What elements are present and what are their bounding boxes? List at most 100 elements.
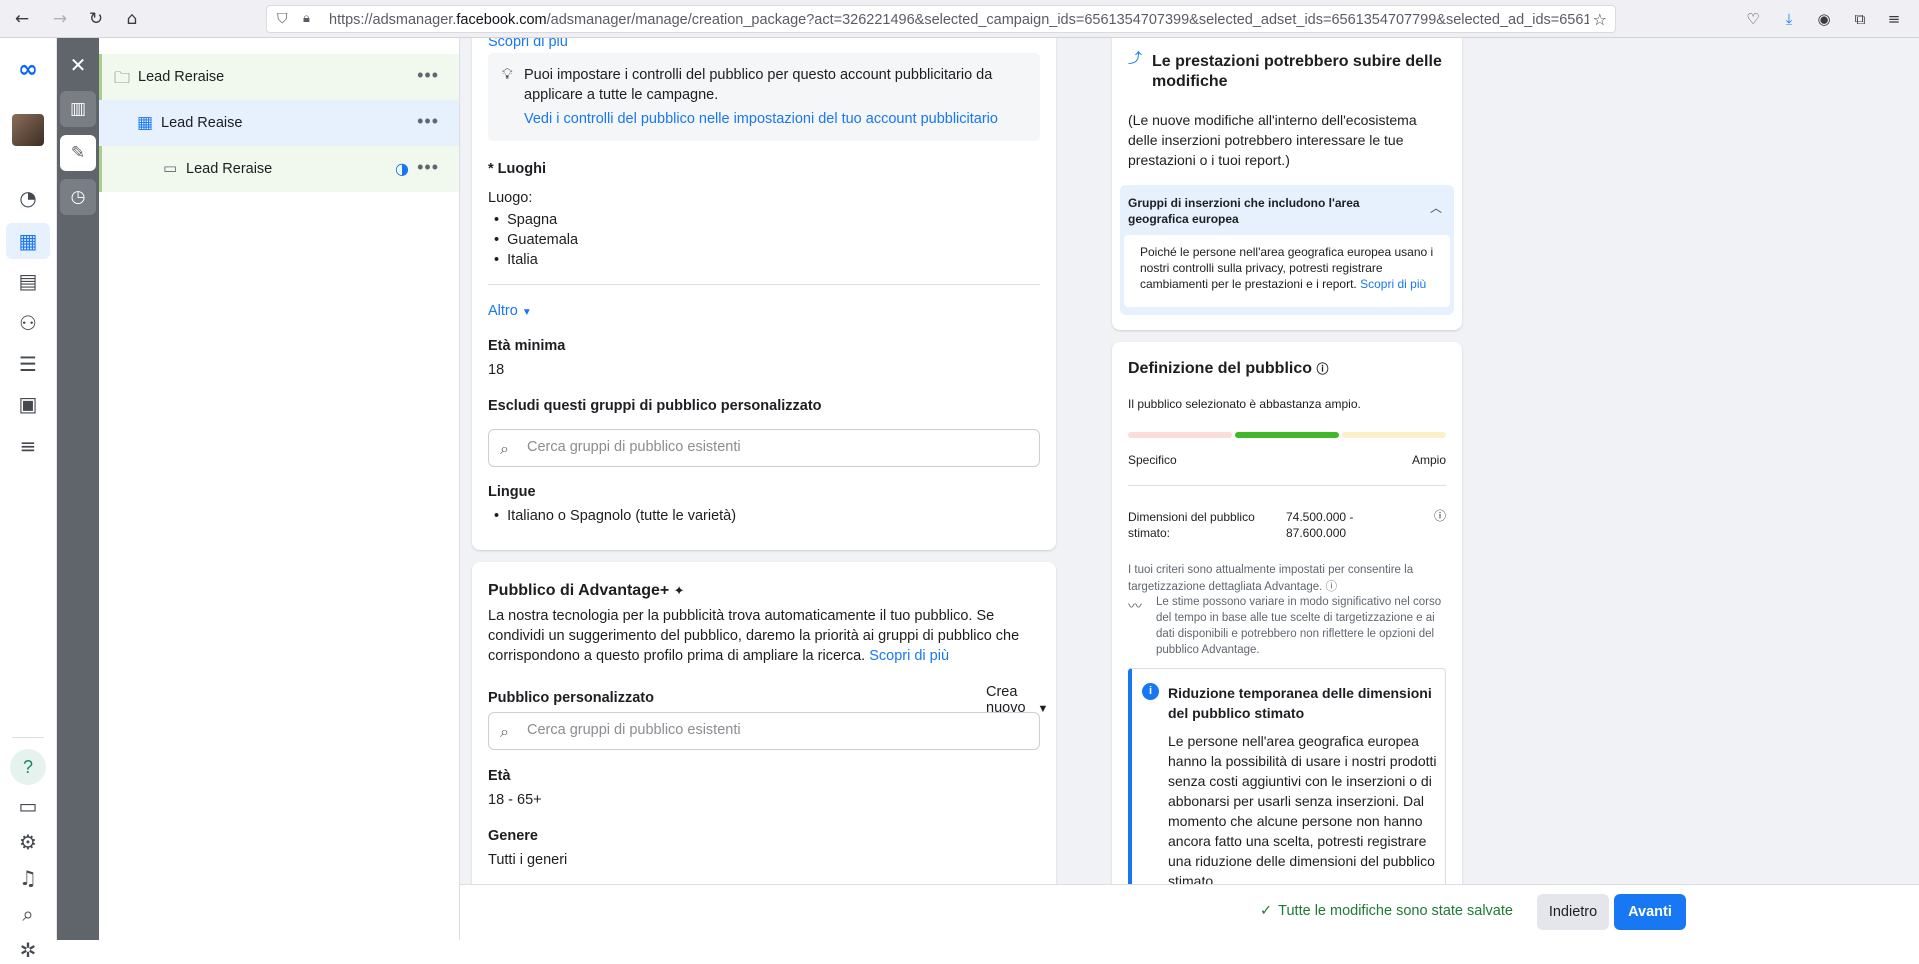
- campaign-tree: 🗀︎ Lead Reraise ••• ▦ Lead Reaise ••• ▭ …: [99, 38, 460, 940]
- audience-definition-card: Definizione del pubblico ⓘ Il pubblico s…: [1112, 342, 1462, 884]
- meta-logo-icon[interactable]: ∞: [14, 55, 42, 83]
- shield-icon[interactable]: ⛉: [277, 11, 288, 27]
- download-icon[interactable]: ⤓: [1780, 10, 1798, 28]
- forward-arrow-icon[interactable]: →: [48, 8, 72, 30]
- audience-controls-settings-link[interactable]: Vedi i controlli del pubblico nelle impo…: [524, 111, 998, 127]
- catalog-icon[interactable]: ▣: [14, 390, 42, 418]
- half-circle-status-icon[interactable]: ◑: [395, 159, 409, 178]
- info-icon[interactable]: ⓘ: [1434, 507, 1446, 524]
- info-icon: i: [1142, 683, 1159, 700]
- back-arrow-icon[interactable]: ←: [10, 8, 34, 30]
- divider: [12, 737, 44, 738]
- settings-gear-icon[interactable]: ⚙: [14, 828, 42, 856]
- meter-segment-defined: [1235, 432, 1339, 438]
- more-options-icon[interactable]: •••: [417, 65, 439, 86]
- back-button[interactable]: Indietro: [1537, 894, 1609, 930]
- tree-item-adset[interactable]: ▦ Lead Reaise •••: [99, 100, 459, 146]
- languages-label: Lingue: [488, 484, 536, 500]
- bookmark-star-icon[interactable]: ☆: [1593, 10, 1607, 29]
- learn-more-link[interactable]: Scopri di più: [869, 648, 949, 664]
- search-icon: ⌕: [500, 722, 509, 741]
- menu-icon[interactable]: ≡: [1885, 10, 1903, 28]
- history-clock-icon[interactable]: ◷: [60, 179, 96, 215]
- news-icon[interactable]: ▭: [14, 792, 42, 820]
- gauge-icon[interactable]: ◔: [14, 184, 42, 212]
- footer-bar: ✓ Tutte le modifiche sono state salvate I…: [460, 884, 1919, 940]
- audience-tip-box: 💡︎ Puoi impostare i controlli del pubbli…: [488, 53, 1040, 141]
- notifications-bell-icon[interactable]: ♫: [14, 864, 42, 892]
- meter-segment-broad: [1342, 432, 1446, 438]
- report-icon[interactable]: ▤: [14, 267, 42, 295]
- audiences-icon[interactable]: ⚇: [14, 309, 42, 337]
- more-toggle[interactable]: Altro ▼: [488, 303, 532, 319]
- notice-body: Le persone nell'area geografica europea …: [1168, 733, 1437, 884]
- account-icon[interactable]: ◉: [1815, 10, 1833, 28]
- performance-description: (Le nuove modifiche all'interno dell'eco…: [1128, 112, 1417, 168]
- audience-breadth-meter: [1128, 432, 1446, 438]
- audience-size-value: 74.500.000 - 87.600.000: [1286, 510, 1354, 540]
- location-item: • Spagna: [494, 212, 558, 228]
- exclude-audiences-search[interactable]: ⌕: [488, 429, 1040, 467]
- info-icon[interactable]: ⓘ: [1326, 579, 1338, 593]
- table-icon[interactable]: ▦: [14, 227, 42, 255]
- extensions-icon[interactable]: ⧉: [1851, 10, 1869, 28]
- gender-label: Genere: [488, 828, 538, 844]
- learn-more-link[interactable]: Scopri di più: [488, 38, 568, 50]
- pocket-icon[interactable]: ♡: [1744, 10, 1762, 28]
- saved-status: ✓ Tutte le modifiche sono state salvate: [1260, 903, 1513, 919]
- custom-audience-search[interactable]: ⌕: [488, 712, 1040, 750]
- caret-down-icon: ▼: [1037, 703, 1049, 715]
- tree-item-ad[interactable]: ▭ Lead Reraise ◑ •••: [99, 146, 459, 192]
- exclude-audiences-label: Escludi questi gruppi di pubblico person…: [488, 398, 822, 414]
- advantage-audience-card: Pubblico di Advantage+ ✦ La nostra tecno…: [472, 562, 1056, 884]
- estimate-note: Le stime possono variare in modo signifi…: [1156, 596, 1442, 656]
- estimate-reduction-notice: i Riduzione temporanea delle dimensioni …: [1128, 668, 1446, 884]
- edit-pencil-icon[interactable]: ✎: [60, 135, 96, 171]
- more-options-icon[interactable]: •••: [417, 157, 439, 178]
- database-icon[interactable]: ☰: [14, 350, 42, 378]
- more-options-icon[interactable]: •••: [417, 111, 439, 132]
- learn-more-link[interactable]: Scopri di più: [1360, 277, 1426, 291]
- specific-label: Specifico: [1128, 453, 1177, 467]
- performance-notice-card: ⤴ Le prestazioni potrebbero subire delle…: [1112, 38, 1462, 330]
- address-bar[interactable]: ⛉ 🔒︎ https://adsmanager.facebook.com/ads…: [266, 5, 1616, 33]
- divider: [488, 284, 1040, 285]
- search-icon[interactable]: ⌕: [14, 900, 42, 928]
- bug-report-icon[interactable]: ✲: [14, 936, 42, 964]
- home-icon[interactable]: ⌂: [120, 8, 144, 30]
- sparkle-icon: ✦: [673, 584, 685, 599]
- chevron-up-icon[interactable]: ︿: [1430, 199, 1442, 216]
- advantage-description: La nostra tecnologia per la pubblicità t…: [488, 608, 1020, 664]
- accordion-title[interactable]: Gruppi di inserzioni che includono l'are…: [1128, 195, 1408, 227]
- bar-chart-icon[interactable]: ▥: [60, 91, 96, 127]
- exclude-audiences-input[interactable]: [527, 439, 1027, 455]
- url-text[interactable]: https://adsmanager.facebook.com/adsmanag…: [329, 12, 1589, 28]
- tip-text: Puoi impostare i controlli del pubblico …: [524, 67, 993, 103]
- min-age-label: Età minima: [488, 338, 566, 354]
- info-icon[interactable]: ⓘ: [1316, 362, 1328, 376]
- custom-audience-input[interactable]: [527, 722, 1027, 738]
- audience-size-label: Dimensioni del pubblico stimato:: [1128, 510, 1255, 540]
- next-button[interactable]: Avanti: [1614, 894, 1686, 930]
- lock-icon[interactable]: 🔒︎: [303, 11, 310, 26]
- avatar[interactable]: [12, 114, 44, 146]
- trend-chart-icon: 〰: [1128, 599, 1142, 615]
- gender-value: Tutti i generi: [488, 852, 568, 868]
- criteria-text: I tuoi criteri sono attualmente impostat…: [1128, 564, 1414, 593]
- age-label: Età: [488, 768, 511, 784]
- close-icon[interactable]: ✕: [60, 47, 96, 83]
- all-tools-icon[interactable]: ≡: [14, 432, 42, 460]
- broad-label: Ampio: [1411, 453, 1446, 467]
- folder-icon: 🗀︎: [114, 68, 131, 87]
- locations-list: • Spagna • Guatemala • Italia: [494, 210, 578, 270]
- tree-item-campaign[interactable]: 🗀︎ Lead Reraise •••: [99, 54, 459, 100]
- lightbulb-icon: 💡︎: [502, 65, 513, 83]
- europe-accordion[interactable]: Gruppi di inserzioni che includono l'are…: [1120, 185, 1454, 315]
- definition-title: Definizione del pubblico ⓘ: [1128, 360, 1329, 377]
- search-icon: ⌕: [500, 439, 509, 458]
- reload-icon[interactable]: ↻: [84, 8, 108, 30]
- help-icon[interactable]: ?: [10, 749, 46, 785]
- accordion-body-box: Poiché le persone nell'area geografica e…: [1124, 235, 1450, 307]
- ad-window-icon: ▭: [163, 159, 178, 177]
- location-item: • Guatemala: [494, 232, 579, 248]
